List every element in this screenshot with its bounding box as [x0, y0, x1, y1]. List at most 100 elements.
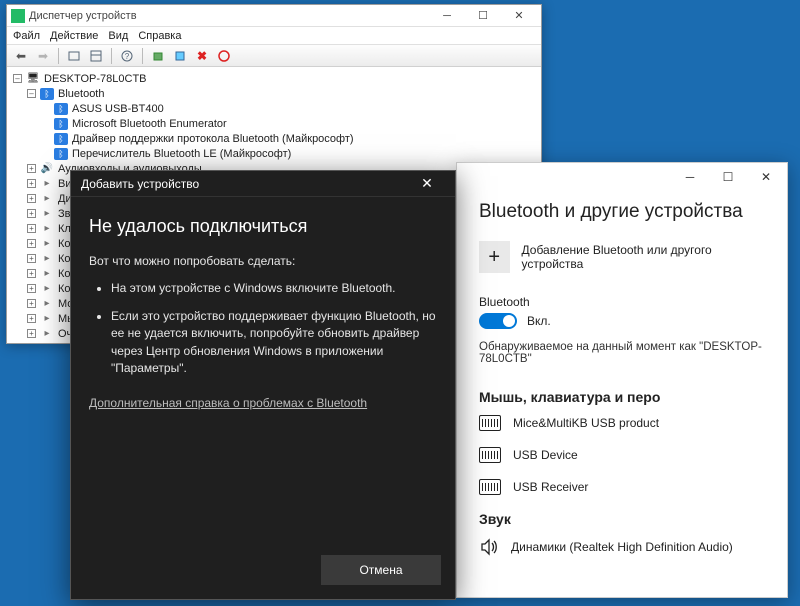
expand-icon[interactable]: +	[27, 164, 36, 173]
device-label: Динамики (Realtek High Definition Audio)	[511, 540, 733, 554]
audio-icon	[40, 163, 54, 175]
cancel-button[interactable]: Отмена	[321, 555, 441, 585]
toolbar-btn[interactable]	[148, 47, 168, 65]
close-button[interactable]: ✕	[747, 165, 785, 189]
toggle-state: Вкл.	[527, 314, 551, 328]
minimize-button[interactable]: ─	[671, 165, 709, 189]
section-input-heading: Мышь, клавиатура и перо	[479, 389, 765, 405]
dialog-heading: Не удалось подключиться	[89, 213, 437, 239]
category-icon	[40, 268, 54, 280]
help-icon[interactable]: ?	[117, 47, 137, 65]
help-link[interactable]: Дополнительная справка о проблемах с Blu…	[89, 395, 367, 412]
devmgr-title-text: Диспетчер устройств	[29, 10, 429, 22]
maximize-button[interactable]: ☐	[465, 7, 501, 25]
device-label: USB Device	[513, 448, 578, 462]
category-icon	[40, 223, 54, 235]
bluetooth-icon	[54, 118, 68, 130]
category-icon	[40, 313, 54, 325]
keyboard-icon	[479, 447, 501, 463]
toolbar-btn[interactable]: ✖	[192, 47, 212, 65]
expand-icon[interactable]: +	[27, 224, 36, 233]
category-icon	[40, 298, 54, 310]
speaker-icon	[479, 537, 499, 557]
category-icon	[40, 343, 54, 344]
separator-icon	[111, 48, 112, 64]
minimize-button[interactable]: ─	[429, 7, 465, 25]
collapse-icon[interactable]: –	[13, 74, 22, 83]
tree-device[interactable]: Драйвер поддержки протокола Bluetooth (М…	[13, 131, 541, 146]
tree-root[interactable]: – DESKTOP-78L0CTB	[13, 71, 541, 86]
device-row[interactable]: USB Receiver	[479, 479, 765, 495]
dialog-titlebar[interactable]: Добавить устройство ✕	[71, 171, 455, 197]
expand-icon[interactable]: +	[27, 194, 36, 203]
device-label: USB Receiver	[513, 480, 588, 494]
bluetooth-toggle[interactable]: Вкл.	[479, 313, 765, 329]
bluetooth-icon	[54, 133, 68, 145]
tree-category-bluetooth[interactable]: – Bluetooth	[13, 86, 541, 101]
svg-text:?: ?	[125, 52, 130, 61]
category-icon	[40, 178, 54, 190]
menu-action[interactable]: Действие	[50, 30, 98, 42]
tree-device[interactable]: ASUS USB-BT400	[13, 101, 541, 116]
devmgr-menubar: Файл Действие Вид Справка	[7, 27, 541, 45]
toolbar-btn[interactable]	[64, 47, 84, 65]
section-audio-heading: Звук	[479, 511, 765, 527]
close-button[interactable]: ✕	[409, 172, 445, 196]
forward-icon[interactable]: ➡	[33, 47, 53, 65]
menu-view[interactable]: Вид	[108, 30, 128, 42]
tree-label: Драйвер поддержки протокола Bluetooth (М…	[72, 133, 354, 145]
back-icon[interactable]: ⬅	[11, 47, 31, 65]
category-icon	[40, 238, 54, 250]
toggle-switch-icon[interactable]	[479, 313, 517, 329]
expand-icon[interactable]: +	[27, 329, 36, 338]
suggestion-item: На этом устройстве с Windows включите Bl…	[111, 280, 437, 297]
settings-titlebar[interactable]: ─ ☐ ✕	[457, 163, 787, 191]
add-device-label: Добавление Bluetooth или другого устройс…	[522, 243, 765, 271]
bluetooth-icon	[40, 88, 54, 100]
expand-icon[interactable]: +	[27, 314, 36, 323]
keyboard-icon	[479, 479, 501, 495]
separator-icon	[142, 48, 143, 64]
menu-help[interactable]: Справка	[138, 30, 181, 42]
plus-icon[interactable]: +	[479, 241, 510, 273]
add-device-row[interactable]: + Добавление Bluetooth или другого устро…	[479, 241, 765, 273]
expand-icon[interactable]: +	[27, 179, 36, 188]
settings-heading: Bluetooth и другие устройства	[479, 201, 765, 223]
scan-icon[interactable]	[170, 47, 190, 65]
close-button[interactable]: ✕	[501, 7, 537, 25]
expand-icon[interactable]: +	[27, 299, 36, 308]
menu-file[interactable]: Файл	[13, 30, 40, 42]
discoverable-text: Обнаруживаемое на данный момент как "DES…	[479, 341, 765, 365]
devmgr-toolbar: ⬅ ➡ ? ✖	[7, 45, 541, 67]
bluetooth-icon	[54, 103, 68, 115]
device-row[interactable]: Динамики (Realtek High Definition Audio)	[479, 537, 765, 557]
category-icon	[40, 283, 54, 295]
tree-label: ASUS USB-BT400	[72, 103, 164, 115]
separator-icon	[58, 48, 59, 64]
tree-label: DESKTOP-78L0CTB	[44, 73, 147, 85]
category-icon	[40, 193, 54, 205]
expand-icon[interactable]: +	[27, 284, 36, 293]
device-row[interactable]: Mice&MultiKB USB product	[479, 415, 765, 431]
tree-label: Microsoft Bluetooth Enumerator	[72, 118, 227, 130]
expand-icon[interactable]: +	[27, 254, 36, 263]
expand-icon[interactable]: +	[27, 209, 36, 218]
toolbar-btn[interactable]	[86, 47, 106, 65]
category-icon	[40, 253, 54, 265]
maximize-button[interactable]: ☐	[709, 165, 747, 189]
category-icon	[40, 328, 54, 340]
tree-label: Перечислитель Bluetooth LE (Майкрософт)	[72, 148, 291, 160]
bluetooth-icon	[54, 148, 68, 160]
device-label: Mice&MultiKB USB product	[513, 416, 659, 430]
tree-device[interactable]: Microsoft Bluetooth Enumerator	[13, 116, 541, 131]
tree-device[interactable]: Перечислитель Bluetooth LE (Майкрософт)	[13, 146, 541, 161]
devmgr-titlebar[interactable]: Диспетчер устройств ─ ☐ ✕	[7, 5, 541, 27]
expand-icon[interactable]: +	[27, 269, 36, 278]
collapse-icon[interactable]: –	[27, 89, 36, 98]
device-row[interactable]: USB Device	[479, 447, 765, 463]
expand-icon[interactable]: +	[27, 239, 36, 248]
dialog-subheading: Вот что можно попробовать сделать:	[89, 253, 437, 270]
bluetooth-label: Bluetooth	[479, 295, 765, 309]
dialog-title: Добавить устройство	[81, 177, 409, 191]
enable-icon[interactable]	[214, 47, 234, 65]
